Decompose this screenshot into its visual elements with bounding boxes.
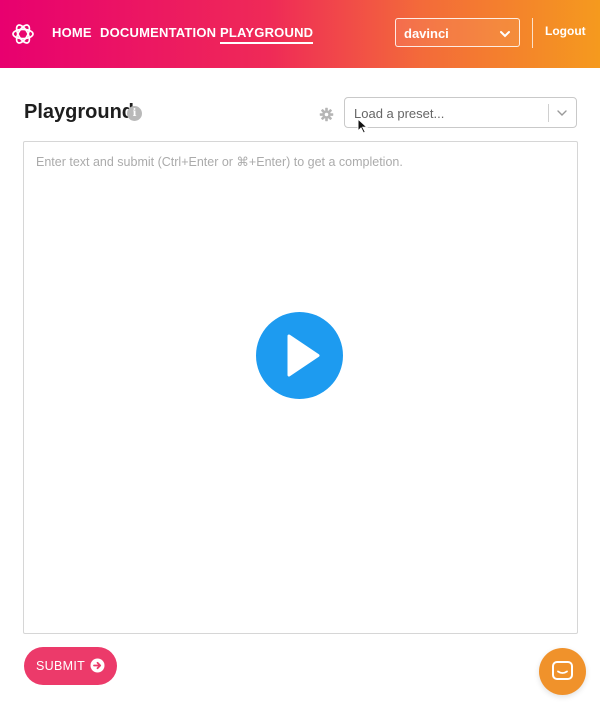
- arrow-right-circle-icon: [90, 658, 105, 673]
- chevron-down-icon: [557, 110, 567, 116]
- gear-icon[interactable]: [319, 107, 334, 122]
- submit-label: SUBMIT: [36, 659, 86, 673]
- nav-home-link[interactable]: HOME: [52, 25, 92, 40]
- top-navbar: HOME DOCUMENTATION PLAYGROUND davinci Lo…: [0, 0, 600, 68]
- preset-separator: [548, 104, 549, 122]
- mouse-cursor-icon: [357, 118, 368, 134]
- logout-link[interactable]: Logout: [545, 24, 586, 38]
- nav-documentation-link[interactable]: DOCUMENTATION: [100, 25, 216, 40]
- play-video-button[interactable]: [256, 312, 343, 399]
- model-select-value: davinci: [404, 26, 449, 41]
- play-icon: [287, 334, 320, 377]
- model-select[interactable]: davinci: [395, 18, 520, 47]
- chevron-down-icon: [500, 31, 510, 38]
- chat-icon: [552, 661, 573, 680]
- preset-select[interactable]: Load a preset...: [344, 97, 577, 128]
- info-icon[interactable]: i: [127, 106, 142, 121]
- chat-launcher-button[interactable]: [539, 648, 586, 695]
- nav-playground-link[interactable]: PLAYGROUND: [220, 25, 314, 44]
- nav-divider: [532, 18, 533, 48]
- openai-logo-icon[interactable]: [10, 21, 36, 47]
- submit-button[interactable]: SUBMIT: [24, 647, 117, 685]
- page-title: Playground: [24, 101, 135, 123]
